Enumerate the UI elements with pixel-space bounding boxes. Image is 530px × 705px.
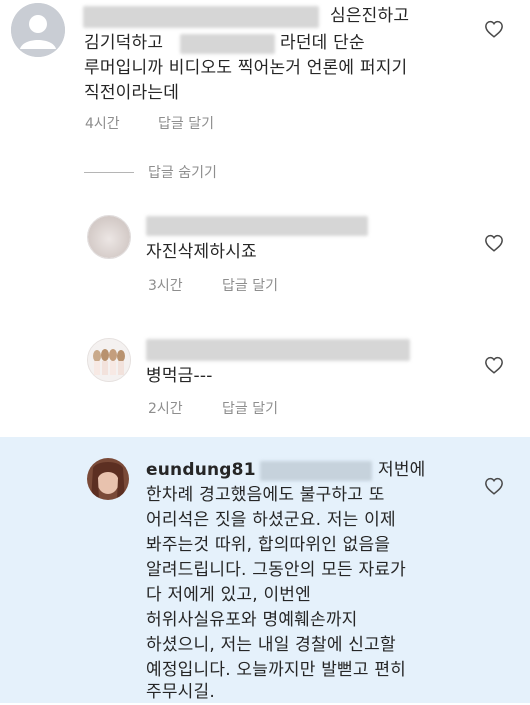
comment-text-line2-end: 라던데 단순 (280, 33, 365, 53)
reply-button[interactable]: 답글 달기 (222, 400, 278, 418)
heart-icon[interactable] (484, 20, 504, 38)
heart-icon[interactable] (484, 477, 504, 495)
redacted-username (146, 339, 410, 361)
comment-text-line3: 루머입니까 비디오도 찍어논거 언론에 퍼지기 (84, 58, 408, 78)
reply-button[interactable]: 답글 달기 (222, 277, 278, 295)
comment-text-line10: 주무시길. (146, 682, 215, 702)
profile-photo-icon (87, 458, 129, 500)
comment-text-line4: 봐주는것 따위, 합의따위인 없음을 (146, 535, 391, 555)
comment-text-line7: 허위사실유포와 명예훼손까지 (146, 610, 358, 630)
reply-text: 자진삭제하시죠 (146, 242, 257, 262)
reply-text: 병먹금--- (146, 366, 213, 386)
divider-line (84, 172, 134, 173)
redacted-mention (260, 461, 372, 481)
hide-replies-button[interactable]: 답글 숨기기 (148, 164, 217, 182)
comment-text-line5: 알려드립니다. 그동안의 모든 자료가 (146, 560, 407, 580)
avatar-default[interactable] (11, 3, 65, 57)
group-photo-icon (88, 339, 130, 381)
reply-time: 2시간 (148, 401, 183, 417)
heart-icon[interactable] (484, 234, 504, 252)
comment-text-line6: 다 저에게 있고, 이번엔 (146, 585, 311, 605)
comment-username[interactable]: eundung81 (146, 458, 256, 483)
heart-icon[interactable] (484, 356, 504, 374)
comment-text-line2: 한차례 경고했음에도 불구하고 또 (146, 485, 385, 505)
avatar-eundung81[interactable] (87, 458, 129, 500)
comment-text-line4: 직전이라는데 (84, 83, 180, 103)
default-user-icon (11, 3, 65, 57)
comment-text-line8: 하셨으니, 저는 내일 경찰에 신고할 (146, 635, 396, 655)
redacted-username (146, 216, 368, 236)
redacted-name (180, 34, 275, 54)
reply-time: 3시간 (148, 278, 183, 294)
avatar[interactable] (87, 338, 131, 382)
comment-text-line1-end: 저번에 (378, 460, 426, 480)
reply-button[interactable]: 답글 달기 (158, 115, 214, 133)
comment-time: 4시간 (85, 116, 120, 132)
comment-text-line2-start: 김기덕하고 (84, 33, 164, 53)
avatar[interactable] (87, 215, 131, 259)
comment-text-line1-end: 심은진하고 (330, 6, 410, 26)
redacted-username (83, 6, 319, 28)
comment-text-line3: 어리석은 짓을 하셨군요. 저는 이제 (146, 510, 396, 530)
